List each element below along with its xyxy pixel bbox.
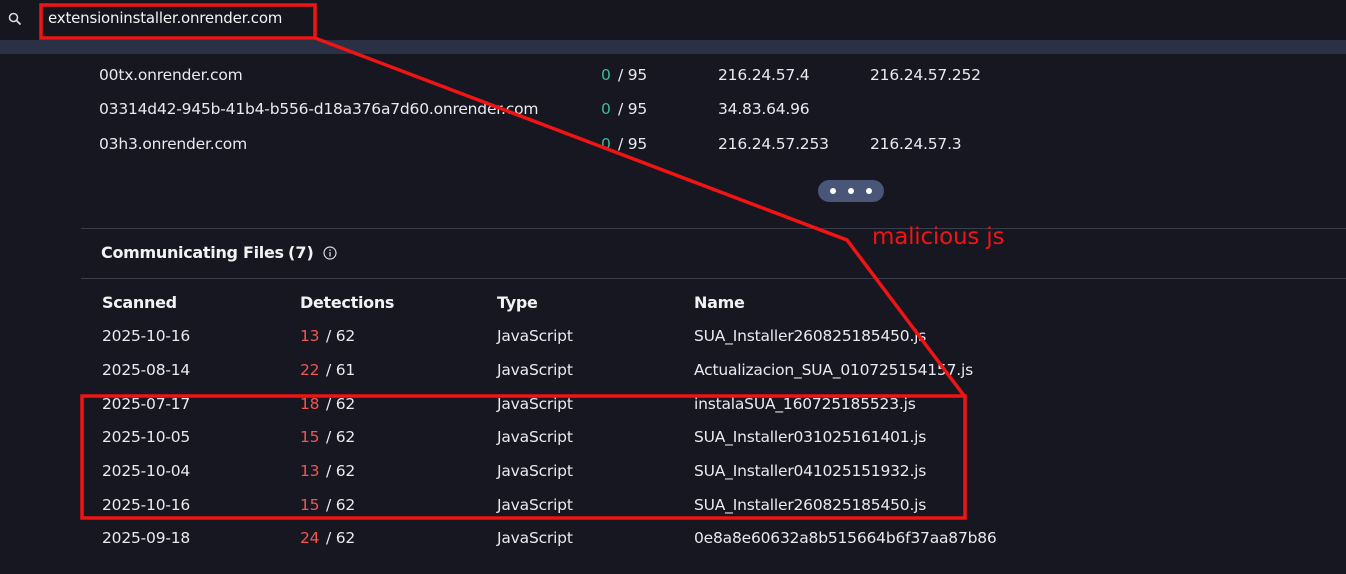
detection-total: / 95 (618, 135, 648, 153)
table-row[interactable]: 2025-07-17 18 / 62 JavaScript instalaSUA… (0, 395, 1346, 425)
file-name[interactable]: instalaSUA_160725185523.js (694, 395, 916, 413)
file-name[interactable]: 0e8a8e60632a8b515664b6f37aa87b86 (694, 529, 997, 547)
more-dot (830, 188, 836, 194)
subdomain-row[interactable]: 00tx.onrender.com 0 / 95 216.24.57.4 216… (0, 66, 1346, 96)
detection-count: 22 (300, 361, 320, 379)
detection-total: / 62 (326, 395, 356, 413)
table-row[interactable]: 2025-08-14 22 / 61 JavaScript Actualizac… (0, 361, 1346, 391)
scanned-date: 2025-07-17 (102, 395, 191, 413)
file-type: JavaScript (497, 462, 573, 480)
detection-total: / 62 (326, 496, 356, 514)
detection-count: 15 (300, 496, 320, 514)
section-count: (7) (288, 243, 314, 262)
search-icon[interactable] (8, 12, 22, 26)
file-name[interactable]: SUA_Installer041025151932.js (694, 462, 926, 480)
search-input[interactable]: extensioninstaller.onrender.com (48, 9, 282, 27)
detection-total: / 62 (326, 462, 356, 480)
detection-count: 13 (300, 327, 320, 345)
file-name[interactable]: Actualizacion_SUA_010725154157.js (694, 361, 973, 379)
scanned-date: 2025-10-05 (102, 428, 191, 446)
file-type: JavaScript (497, 327, 573, 345)
column-header-type[interactable]: Type (497, 293, 538, 312)
detection-count: 15 (300, 428, 320, 446)
subdomain-name[interactable]: 03h3.onrender.com (99, 135, 247, 153)
subdomain-row[interactable]: 03h3.onrender.com 0 / 95 216.24.57.253 2… (0, 135, 1346, 165)
ip-address[interactable]: 216.24.57.3 (870, 135, 962, 153)
table-row[interactable]: 2025-09-18 24 / 62 JavaScript 0e8a8e6063… (0, 529, 1346, 559)
info-icon[interactable] (323, 246, 337, 260)
search-bar: extensioninstaller.onrender.com (0, 0, 1346, 40)
scanned-date: 2025-08-14 (102, 361, 191, 379)
detection-count: 0 (601, 66, 611, 84)
table-row[interactable]: 2025-10-05 15 / 62 JavaScript SUA_Instal… (0, 428, 1346, 458)
scanned-date: 2025-09-18 (102, 529, 191, 547)
section-divider (81, 228, 1346, 229)
detection-count: 24 (300, 529, 320, 547)
section-divider (81, 278, 1346, 279)
more-icon[interactable] (818, 180, 884, 202)
table-row[interactable]: 2025-10-16 13 / 62 JavaScript SUA_Instal… (0, 327, 1346, 357)
file-name[interactable]: SUA_Installer031025161401.js (694, 428, 926, 446)
detection-count: 0 (601, 135, 611, 153)
detection-total: / 62 (326, 529, 356, 547)
annotation-label: malicious js (872, 224, 1005, 250)
detection-count: 0 (601, 100, 611, 118)
more-dot (848, 188, 854, 194)
scanned-date: 2025-10-16 (102, 496, 191, 514)
ip-address[interactable]: 216.24.57.252 (870, 66, 981, 84)
header-strip (0, 40, 1346, 54)
column-header-name[interactable]: Name (694, 293, 745, 312)
ip-address[interactable]: 216.24.57.4 (718, 66, 810, 84)
column-header-scanned[interactable]: Scanned (102, 293, 177, 312)
file-name[interactable]: SUA_Installer260825185450.js (694, 496, 926, 514)
detection-total: / 62 (326, 327, 356, 345)
detection-total: / 61 (326, 361, 356, 379)
table-row[interactable]: 2025-10-04 13 / 62 JavaScript SUA_Instal… (0, 462, 1346, 492)
ip-address[interactable]: 34.83.64.96 (718, 100, 810, 118)
subdomain-name[interactable]: 03314d42-945b-41b4-b556-d18a376a7d60.onr… (99, 100, 538, 118)
file-type: JavaScript (497, 428, 573, 446)
file-type: JavaScript (497, 529, 573, 547)
subdomain-name[interactable]: 00tx.onrender.com (99, 66, 243, 84)
ip-address[interactable]: 216.24.57.253 (718, 135, 829, 153)
file-type: JavaScript (497, 395, 573, 413)
section-title: Communicating Files (101, 243, 284, 262)
scanned-date: 2025-10-16 (102, 327, 191, 345)
subdomain-row[interactable]: 03314d42-945b-41b4-b556-d18a376a7d60.onr… (0, 100, 1346, 130)
detection-count: 18 (300, 395, 320, 413)
detection-count: 13 (300, 462, 320, 480)
column-header-detections[interactable]: Detections (300, 293, 394, 312)
table-row[interactable]: 2025-10-16 15 / 62 JavaScript SUA_Instal… (0, 496, 1346, 526)
scanned-date: 2025-10-04 (102, 462, 191, 480)
detection-total: / 95 (618, 66, 648, 84)
file-name[interactable]: SUA_Installer260825185450.js (694, 327, 926, 345)
file-type: JavaScript (497, 361, 573, 379)
detection-total: / 62 (326, 428, 356, 446)
detection-total: / 95 (618, 100, 648, 118)
file-type: JavaScript (497, 496, 573, 514)
more-dot (866, 188, 872, 194)
